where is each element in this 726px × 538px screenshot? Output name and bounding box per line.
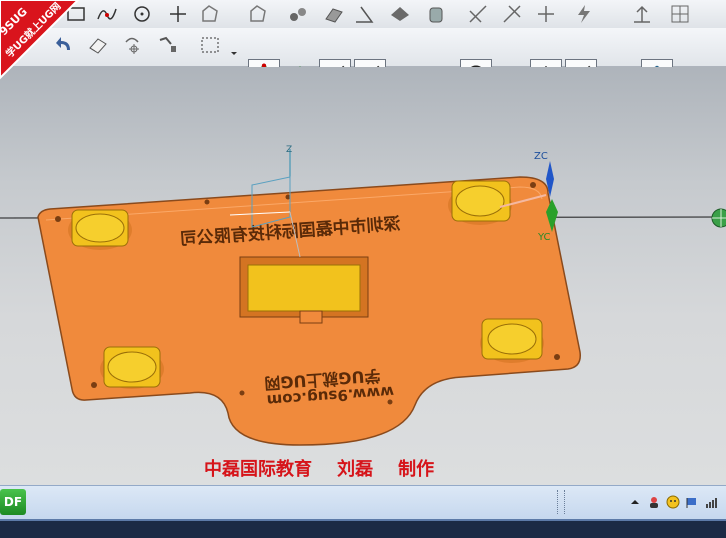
toolbar-main [0, 28, 726, 91]
spline-icon[interactable] [95, 2, 119, 26]
hole [204, 199, 210, 205]
hole [55, 216, 61, 222]
graphics-viewport[interactable]: 深圳市中磊国际科技有限公司 学UG就上UG网 www.9sug.com Z ZC… [0, 67, 726, 485]
caption-author: 刘磊 [337, 459, 374, 480]
caption-made: 制作 [398, 459, 435, 480]
draft-icon[interactable] [352, 2, 376, 26]
hole [239, 390, 245, 396]
start-button[interactable]: DF [0, 489, 26, 515]
hole [554, 354, 560, 360]
hole [530, 182, 536, 188]
svg-text:Z: Z [286, 145, 292, 155]
start-label: DF [3, 495, 23, 509]
taskbar-grip[interactable] [557, 490, 565, 514]
select-box-icon[interactable] [198, 33, 222, 57]
hole [91, 382, 97, 388]
chevron-down-icon[interactable] [230, 41, 238, 65]
sketch-icon[interactable] [198, 2, 222, 26]
pad-top-right [448, 180, 512, 225]
circle-icon[interactable] [130, 2, 154, 26]
user-icon[interactable] [647, 495, 661, 509]
caption-org: 中磊国际教育 [204, 459, 312, 480]
trim-icon[interactable] [534, 2, 558, 26]
up-arrow-icon[interactable] [628, 495, 642, 509]
pad-bottom-left [100, 346, 164, 389]
toolbar-top [0, 0, 726, 29]
trim-icon[interactable] [466, 2, 490, 26]
svg-text:ZC: ZC [534, 151, 548, 162]
taskbar [0, 485, 726, 520]
part-model: 深圳市中磊国际科技有限公司 学UG就上UG网 www.9sug.com Z ZC… [0, 145, 726, 446]
pad-top-left [68, 209, 132, 250]
chain-icon[interactable] [286, 2, 310, 26]
sketch-icon[interactable] [246, 2, 270, 26]
svg-text:YC: YC [537, 232, 551, 243]
system-tray [628, 492, 718, 512]
rotate-view-icon[interactable] [120, 33, 144, 57]
smiley-icon[interactable] [666, 495, 680, 509]
signal-icon[interactable] [704, 495, 718, 509]
brand-badge: 9SUG 学UG就上UG网 [0, 0, 80, 80]
view-marker-icon [711, 208, 726, 228]
snap-view-icon[interactable] [156, 33, 180, 57]
extrude-icon[interactable] [322, 2, 346, 26]
caption: 中磊国际教育 刘磊 制作 [204, 455, 434, 481]
pad-bottom-right [480, 318, 544, 363]
center-pocket [239, 256, 369, 324]
cylinder-icon[interactable] [424, 2, 448, 26]
lightning-icon[interactable] [572, 2, 596, 26]
align-icon[interactable] [630, 2, 654, 26]
shape-icon[interactable] [388, 2, 412, 26]
flag-icon[interactable] [685, 495, 699, 509]
grid-icon[interactable] [668, 2, 692, 26]
bottom-bar [0, 519, 726, 538]
point-icon[interactable] [166, 2, 190, 26]
trim-icon[interactable] [500, 2, 524, 26]
